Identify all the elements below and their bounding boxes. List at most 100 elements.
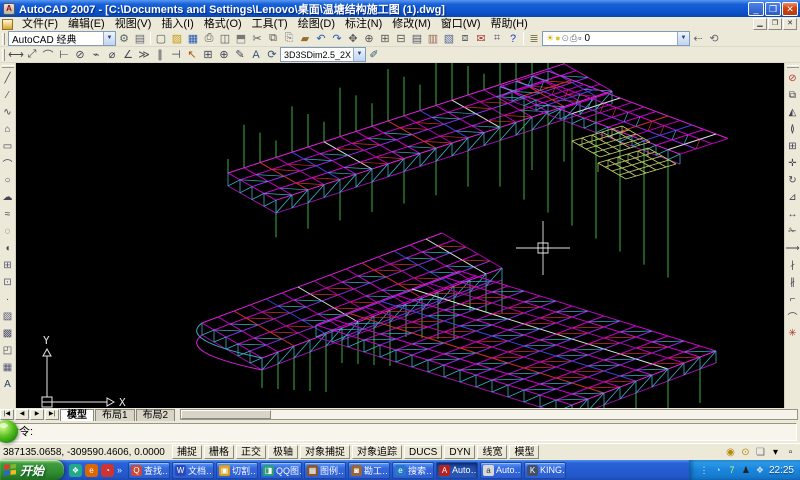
cut-icon[interactable]: ✂ bbox=[249, 31, 265, 46]
erase-icon[interactable]: ⊘ bbox=[785, 70, 800, 87]
toolbar-grip[interactable] bbox=[2, 33, 5, 45]
spline-icon[interactable]: ≈ bbox=[0, 206, 15, 223]
menu-item-6[interactable]: 绘图(D) bbox=[293, 17, 340, 31]
mtext-icon[interactable]: A bbox=[0, 376, 15, 393]
dim-continue-icon[interactable]: ⊣ bbox=[168, 47, 184, 62]
child-restore-button[interactable]: ❐ bbox=[768, 18, 782, 30]
annotation-scale-icon[interactable]: ◉ bbox=[724, 446, 737, 459]
pan-icon[interactable]: ✥ bbox=[345, 31, 361, 46]
designcenter-icon[interactable]: ▥ bbox=[425, 31, 441, 46]
dim-centermark-icon[interactable]: ⊕ bbox=[216, 47, 232, 62]
grid-toggle[interactable]: 栅格 bbox=[204, 445, 234, 459]
point-icon[interactable]: · bbox=[0, 291, 15, 308]
dim-leader-icon[interactable]: ↖ bbox=[184, 47, 200, 62]
model-space-toggle[interactable]: 模型 bbox=[509, 445, 539, 459]
undo-icon[interactable]: ↶ bbox=[313, 31, 329, 46]
help-icon[interactable]: ? bbox=[505, 31, 521, 46]
command-prompt[interactable]: 命令: bbox=[8, 423, 792, 439]
workspace-save-icon[interactable]: ▤ bbox=[132, 31, 148, 46]
zoom-previous-icon[interactable]: ⊟ bbox=[393, 31, 409, 46]
break-icon[interactable]: ∦ bbox=[785, 274, 800, 291]
task-autodesk-a[interactable]: aAuto… bbox=[480, 462, 522, 479]
explode-icon[interactable]: ✳ bbox=[785, 325, 800, 342]
close-button[interactable]: ✕ bbox=[782, 2, 798, 16]
menu-item-2[interactable]: 视图(V) bbox=[110, 17, 157, 31]
task-photo[interactable]: ◙勘工… bbox=[348, 462, 390, 479]
tray-qq-icon[interactable]: ♟ bbox=[740, 464, 752, 476]
dim-text-edit-icon[interactable]: A bbox=[248, 47, 264, 62]
status-box-icon[interactable]: ▫ bbox=[784, 446, 797, 459]
ortho-toggle[interactable]: 正交 bbox=[236, 445, 266, 459]
extend-icon[interactable]: ⟶ bbox=[785, 240, 800, 257]
dim-style-icon[interactable]: ✐ bbox=[366, 47, 382, 62]
chamfer-icon[interactable]: ⌐ bbox=[785, 291, 800, 308]
task-browser-search[interactable]: e搜索… bbox=[392, 462, 434, 479]
chevron-down-icon[interactable]: ▼ bbox=[353, 48, 365, 61]
fillet-icon[interactable]: ⌒ bbox=[785, 308, 800, 325]
paste-icon[interactable]: ⎘ bbox=[281, 31, 297, 46]
markup-icon[interactable]: ✉ bbox=[473, 31, 489, 46]
tab-nav-0[interactable]: |◀ bbox=[0, 409, 14, 420]
lineweight-toggle[interactable]: 线宽 bbox=[477, 445, 507, 459]
plot-icon[interactable]: ⎙ bbox=[201, 31, 217, 46]
quickcalc-icon[interactable]: ⌗ bbox=[489, 31, 505, 46]
save-file-icon[interactable]: ▦ bbox=[185, 31, 201, 46]
toolbar-grip[interactable] bbox=[787, 65, 799, 68]
new-file-icon[interactable]: ▢ bbox=[153, 31, 169, 46]
rectangle-icon[interactable]: ▭ bbox=[0, 138, 15, 155]
tab-model[interactable]: 模型 bbox=[60, 409, 94, 421]
tool-palettes-icon[interactable]: ▧ bbox=[441, 31, 457, 46]
zoom-window-icon[interactable]: ⊞ bbox=[377, 31, 393, 46]
workspace-settings-icon[interactable]: ⚙ bbox=[116, 31, 132, 46]
layer-states-icon[interactable]: ⇠ bbox=[690, 31, 706, 46]
task-word-doc[interactable]: W文档… bbox=[172, 462, 214, 479]
redo-icon[interactable]: ↷ bbox=[329, 31, 345, 46]
ellipse-arc-icon[interactable]: ◖ bbox=[0, 240, 15, 257]
dim-aligned-icon[interactable]: ⤢ bbox=[24, 47, 40, 62]
dim-update-icon[interactable]: ⟳ bbox=[264, 47, 280, 62]
revision-cloud-icon[interactable]: ☁ bbox=[0, 189, 15, 206]
tab-nav-1[interactable]: ◀ bbox=[15, 409, 29, 420]
restore-button[interactable]: ❐ bbox=[765, 2, 781, 16]
menu-item-5[interactable]: 工具(T) bbox=[247, 17, 293, 31]
properties-icon[interactable]: ▤ bbox=[409, 31, 425, 46]
publish-icon[interactable]: ⬒ bbox=[233, 31, 249, 46]
minimize-button[interactable]: _ bbox=[748, 2, 764, 16]
open-file-icon[interactable]: ▨ bbox=[169, 31, 185, 46]
task-autocad[interactable]: AAuto… bbox=[436, 462, 478, 479]
match-properties-icon[interactable]: ▰ bbox=[297, 31, 313, 46]
task-qq-image[interactable]: ◨QQ图… bbox=[260, 462, 302, 479]
polygon-icon[interactable]: ⌂ bbox=[0, 121, 15, 138]
command-window[interactable]: 命令: bbox=[0, 421, 800, 443]
task-folder[interactable]: ▣切割… bbox=[216, 462, 258, 479]
dim-arclength-icon[interactable]: ⌒ bbox=[40, 47, 56, 62]
dim-ordinate-icon[interactable]: ⊢ bbox=[56, 47, 72, 62]
construction-line-icon[interactable]: ∕ bbox=[0, 87, 15, 104]
otrack-toggle[interactable]: 对象追踪 bbox=[352, 445, 402, 459]
rotate-icon[interactable]: ↻ bbox=[785, 172, 800, 189]
trim-icon[interactable]: ✁ bbox=[785, 223, 800, 240]
quick-launch-more[interactable]: » bbox=[117, 465, 122, 475]
dim-jogged-icon[interactable]: ⌁ bbox=[88, 47, 104, 62]
tab-nav-3[interactable]: ▶| bbox=[45, 409, 59, 420]
menu-item-0[interactable]: 文件(F) bbox=[17, 17, 63, 31]
show-desktop-icon[interactable]: ❖ bbox=[69, 464, 82, 477]
ie-quick-icon[interactable]: e bbox=[85, 464, 98, 477]
tray-update-icon[interactable]: ❖ bbox=[754, 464, 766, 476]
dim-diameter-icon[interactable]: ⌀ bbox=[104, 47, 120, 62]
color-swatch[interactable]: ▫ bbox=[578, 33, 581, 44]
lock-icon[interactable]: ⊙ bbox=[562, 33, 570, 44]
menu-item-8[interactable]: 修改(M) bbox=[387, 17, 436, 31]
array-icon[interactable]: ⊞ bbox=[785, 138, 800, 155]
chevron-down-icon[interactable]: ▼ bbox=[103, 32, 115, 45]
task-picture[interactable]: ▦图例… bbox=[304, 462, 346, 479]
tray-sogou-icon[interactable]: 7 bbox=[726, 464, 738, 476]
ducs-toggle[interactable]: DUCS bbox=[404, 445, 442, 459]
scale-icon[interactable]: ⊿ bbox=[785, 189, 800, 206]
sheet-set-icon[interactable]: ⧈ bbox=[457, 31, 473, 46]
table-icon[interactable]: ▦ bbox=[0, 359, 15, 376]
zoom-realtime-icon[interactable]: ⊕ bbox=[361, 31, 377, 46]
copy-icon[interactable]: ⧉ bbox=[265, 31, 281, 46]
media-quick-icon[interactable]: ◔ bbox=[101, 464, 114, 477]
hatch-icon[interactable]: ▨ bbox=[0, 308, 15, 325]
